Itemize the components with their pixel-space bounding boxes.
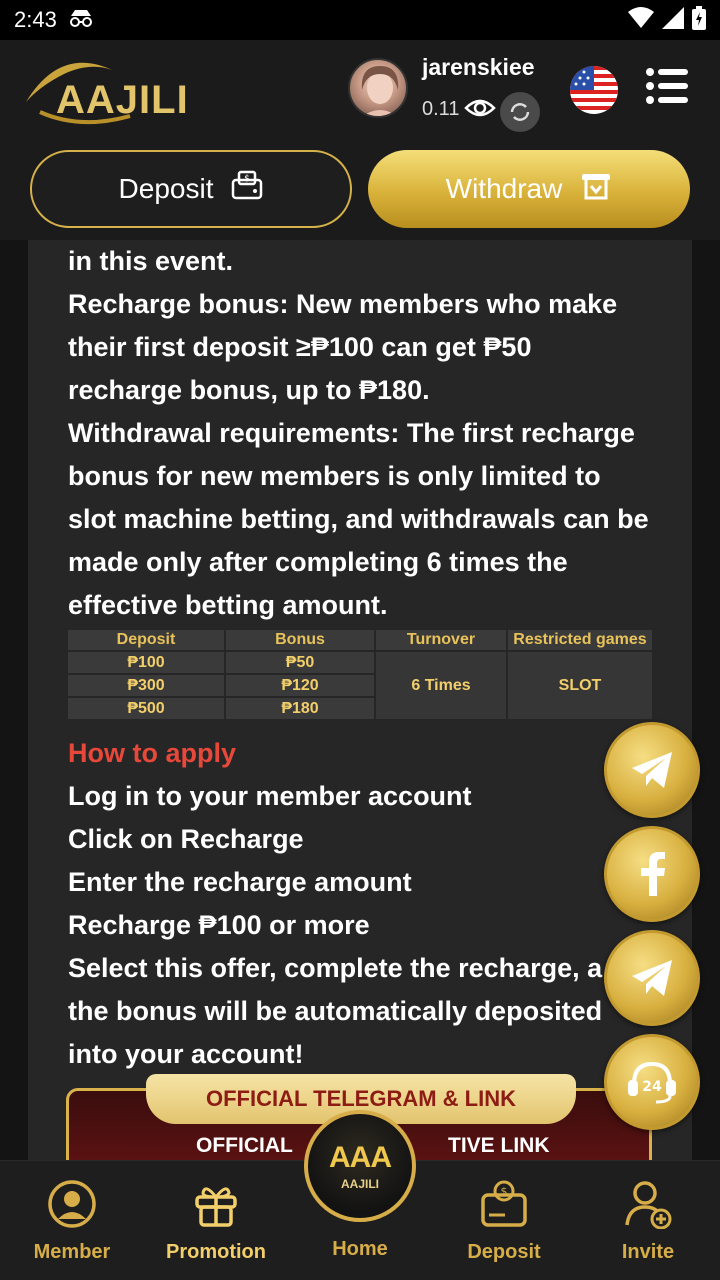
- balance-value: 0.11: [422, 98, 460, 120]
- table-cell: ₱50: [226, 652, 374, 673]
- event-line: Recharge bonus: New members who make: [68, 289, 618, 319]
- status-bar: 2:43: [0, 0, 720, 40]
- promotion-detail-panel: in this event. Recharge bonus: New membe…: [28, 240, 692, 1160]
- table-header-row: Deposit Bonus Turnover Restricted games: [68, 630, 652, 650]
- how-to-step: Log in to your member account: [68, 781, 472, 811]
- support-24-button[interactable]: 24: [604, 1034, 700, 1130]
- withdraw-button-label: Withdraw: [445, 173, 563, 204]
- refresh-balance-button[interactable]: [500, 92, 540, 132]
- home-logo-subtext: AAJILI: [340, 1177, 379, 1191]
- eye-icon[interactable]: [464, 96, 496, 125]
- event-line: in this event.: [68, 246, 234, 276]
- support-24-icon: 24: [628, 1061, 676, 1104]
- nav-promotion[interactable]: Promotion: [144, 1161, 288, 1280]
- how-to-step: the bonus will be automatically deposite…: [68, 996, 603, 1026]
- event-line: their first deposit ≥₱100 can get ₱50: [68, 332, 532, 362]
- member-icon: [47, 1179, 97, 1229]
- nav-member-label: Member: [33, 1241, 111, 1263]
- nav-invite[interactable]: Invite: [576, 1161, 720, 1280]
- telegram-button[interactable]: [604, 722, 700, 818]
- how-to-apply-section: How to apply Log in to your member accou…: [68, 732, 668, 1076]
- deposit-button[interactable]: Deposit $: [30, 150, 352, 228]
- how-to-step: Enter the recharge amount: [68, 867, 412, 897]
- event-line: bonus for new members is only limited to: [68, 461, 601, 491]
- table-cell: ₱120: [226, 675, 374, 696]
- facebook-button[interactable]: [604, 826, 700, 922]
- wallet-icon: $: [479, 1179, 529, 1229]
- deposit-button-label: Deposit: [118, 173, 214, 204]
- restricted-games-cell: SLOT: [508, 652, 652, 719]
- how-to-step: Recharge ₱100 or more: [68, 910, 370, 940]
- event-line: made only after completing 6 times the: [68, 547, 568, 577]
- avatar[interactable]: [348, 58, 408, 118]
- status-time: 2:43: [14, 7, 57, 32]
- turnover-cell: 6 Times: [376, 652, 506, 719]
- gift-icon: [191, 1179, 241, 1229]
- bonus-table: Deposit Bonus Turnover Restricted games …: [66, 628, 654, 721]
- telegram-icon: [632, 960, 672, 996]
- support-24-label: 24: [642, 1079, 662, 1095]
- invite-user-icon: [623, 1179, 673, 1229]
- nav-home-label: Home: [332, 1238, 388, 1260]
- nav-deposit[interactable]: $ Deposit: [432, 1161, 576, 1280]
- table-cell: ₱500: [68, 698, 224, 719]
- how-to-apply-title: How to apply: [68, 738, 236, 768]
- signal-icon: [662, 6, 684, 34]
- table-header: Deposit: [68, 630, 224, 650]
- nav-home[interactable]: AAA AAJILI: [304, 1110, 416, 1222]
- table-cell: ₱300: [68, 675, 224, 696]
- event-line: recharge bonus, up to ₱180.: [68, 375, 430, 405]
- table-cell: ₱100: [68, 652, 224, 673]
- home-logo-mark: AAA: [329, 1141, 392, 1174]
- event-line: Withdrawal requirements: The first recha…: [68, 418, 635, 448]
- svg-text:$: $: [245, 174, 251, 184]
- nav-promotion-label: Promotion: [166, 1241, 266, 1263]
- withdraw-icon: [580, 170, 612, 209]
- refresh-icon: [510, 103, 530, 121]
- table-row: ₱100 ₱50 6 Times SLOT: [68, 652, 652, 719]
- username: jarenskiee: [422, 54, 535, 80]
- telegram-icon: [632, 752, 672, 788]
- app-logo[interactable]: AAJILI: [20, 50, 210, 130]
- table-header: Turnover: [376, 630, 506, 650]
- how-to-step: into your account!: [68, 1039, 304, 1069]
- battery-icon: [692, 5, 706, 35]
- how-to-step: Click on Recharge: [68, 824, 304, 854]
- facebook-icon: [641, 852, 665, 896]
- logo-text: AAJILI: [56, 78, 189, 122]
- incognito-icon: [67, 8, 95, 33]
- table-header: Restricted games: [508, 630, 652, 650]
- nav-member[interactable]: Member: [0, 1161, 144, 1280]
- event-line: effective betting amount.: [68, 590, 388, 620]
- event-line: slot machine betting, and withdrawals ca…: [68, 504, 649, 534]
- banner-subtitle-left: OFFICIAL: [196, 1134, 293, 1157]
- telegram-button-secondary[interactable]: [604, 930, 700, 1026]
- how-to-step: Select this offer, complete the recharge…: [68, 953, 603, 983]
- deposit-icon: $: [231, 170, 263, 209]
- withdraw-button[interactable]: Withdraw: [368, 150, 690, 228]
- us-flag-icon[interactable]: [570, 66, 618, 114]
- wallet-actions: Deposit $ Withdraw: [0, 140, 720, 240]
- svg-text:$: $: [501, 1185, 508, 1198]
- table-cell: ₱180: [226, 698, 374, 719]
- banner-subtitle-right: TIVE LINK: [448, 1134, 550, 1157]
- menu-icon[interactable]: [646, 68, 690, 109]
- app-header: AAJILI jarenskiee 0.11: [0, 40, 720, 140]
- table-header: Bonus: [226, 630, 374, 650]
- nav-invite-label: Invite: [621, 1241, 675, 1263]
- wifi-icon: [628, 6, 654, 34]
- nav-deposit-label: Deposit: [467, 1241, 541, 1263]
- event-description: in this event. Recharge bonus: New membe…: [68, 240, 668, 627]
